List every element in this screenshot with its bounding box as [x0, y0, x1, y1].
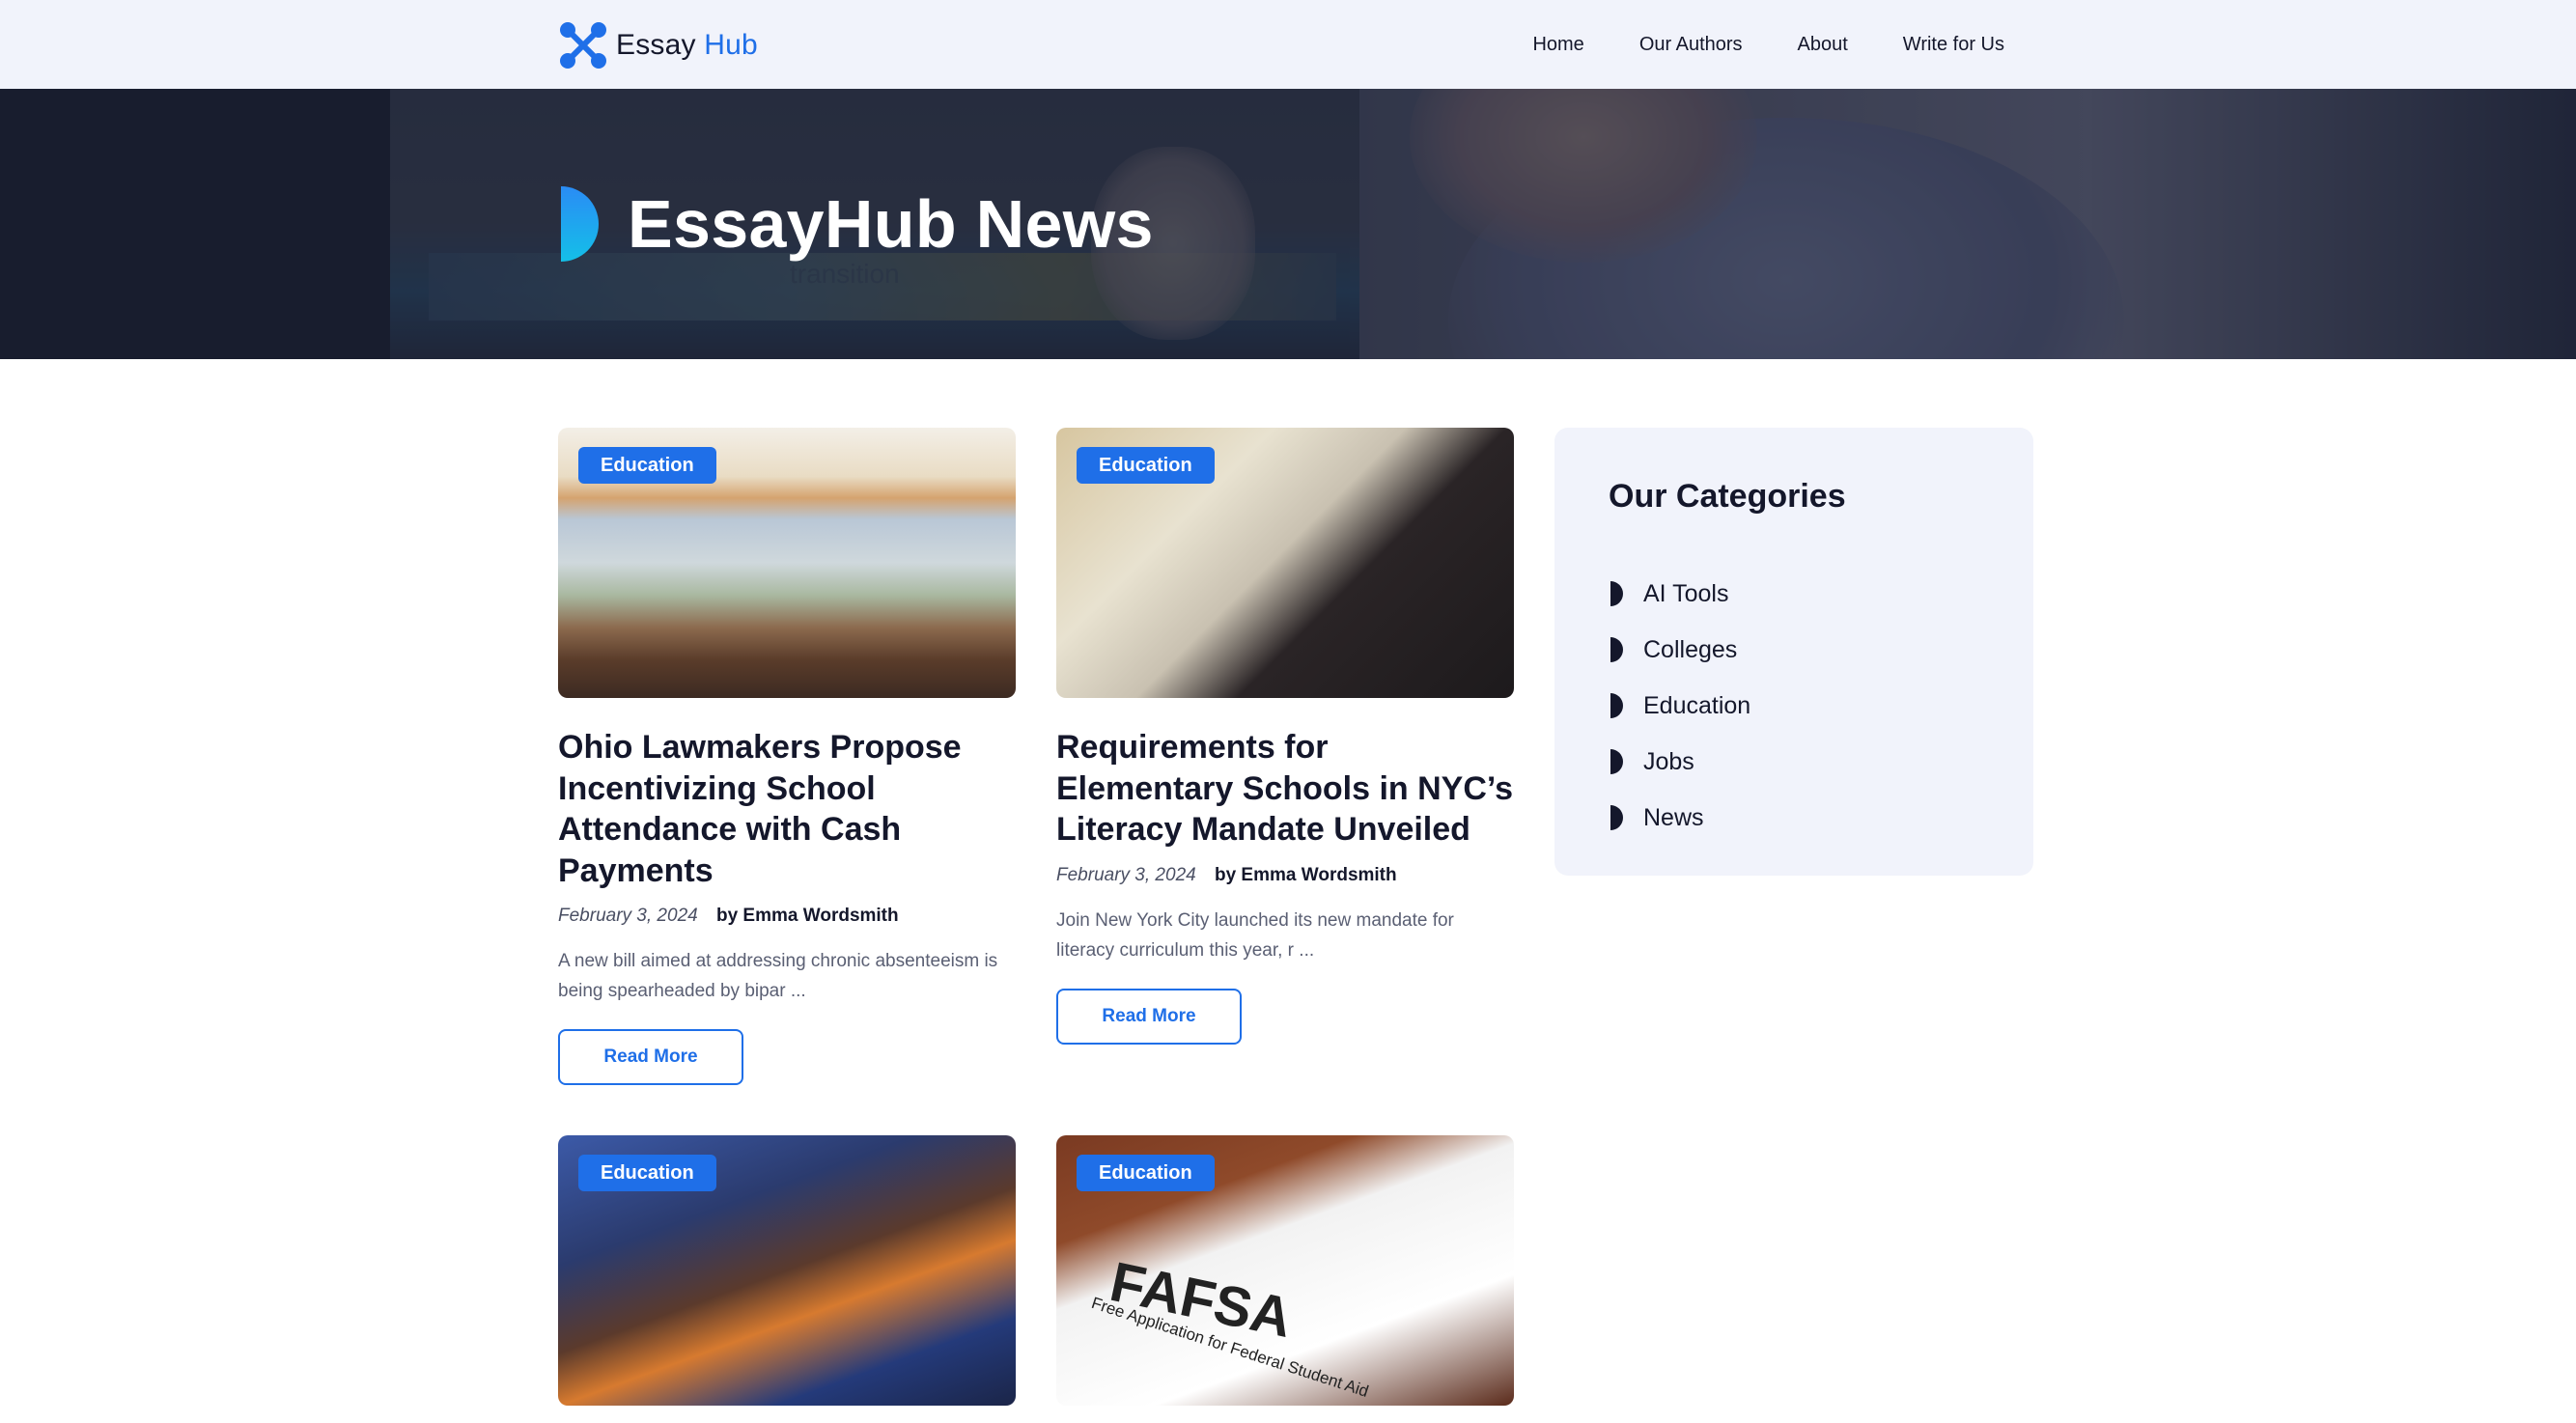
article-author[interactable]: by Emma Wordsmith	[1215, 865, 1397, 885]
category-item-education[interactable]: Education	[1609, 678, 1750, 734]
nav-home[interactable]: Home	[1532, 34, 1583, 56]
category-label: Education	[1643, 691, 1751, 719]
article-card: Education Requirements for Elementary Sc…	[1056, 428, 1514, 1045]
article-card: FAFSA Free Application for Federal Stude…	[1056, 1135, 1514, 1406]
half-circle-bullet-icon	[1610, 637, 1623, 662]
article-image-classroom[interactable]: Education	[558, 428, 1016, 698]
category-item-jobs[interactable]: Jobs	[1609, 734, 1750, 790]
category-item-ai-tools[interactable]: AI Tools	[1609, 566, 1750, 622]
article-excerpt: Join New York City launched its new mand…	[1056, 909, 1454, 961]
hero-background-word: transition	[790, 259, 900, 289]
category-item-colleges[interactable]: Colleges	[1609, 622, 1750, 678]
page-title: EssayHub News	[628, 186, 1154, 262]
half-circle-bullet-icon	[1610, 581, 1623, 606]
nav-write-for-us[interactable]: Write for Us	[1903, 34, 2004, 56]
article-title[interactable]: Ohio Lawmakers Propose Incentivizing Sch…	[558, 727, 1016, 891]
site-logo[interactable]: Essay Hub	[558, 19, 758, 71]
category-badge[interactable]: Education	[1077, 1155, 1215, 1191]
hero-title-group: EssayHub News	[558, 185, 1154, 263]
article-excerpt: A new bill aimed at addressing chronic a…	[558, 951, 998, 1001]
category-label: Colleges	[1643, 635, 1738, 663]
article-title[interactable]: Requirements for Elementary Schools in N…	[1056, 727, 1514, 851]
main-nav: Home Our Authors About Write for Us	[1477, 0, 2004, 89]
sidebar-title: Our Categories	[1609, 478, 1846, 515]
category-badge[interactable]: Education	[578, 1155, 716, 1191]
category-badge[interactable]: Education	[1077, 447, 1215, 484]
category-list: AI Tools Colleges Education Jobs News	[1609, 566, 1750, 846]
category-badge[interactable]: Education	[578, 447, 716, 484]
category-item-news[interactable]: News	[1609, 790, 1750, 846]
article-image-fafsa[interactable]: FAFSA Free Application for Federal Stude…	[1056, 1135, 1514, 1406]
nav-our-authors[interactable]: Our Authors	[1639, 34, 1743, 56]
category-label: AI Tools	[1643, 579, 1729, 607]
half-circle-bullet-icon	[1610, 749, 1623, 774]
article-image-students[interactable]: Education	[558, 1135, 1016, 1406]
article-date: February 3, 2024	[1056, 864, 1196, 885]
read-more-button[interactable]: Read More	[1056, 988, 1242, 1045]
hero-banner: transition EssayHub News	[0, 89, 2576, 359]
read-more-button[interactable]: Read More	[558, 1029, 743, 1085]
category-label: News	[1643, 803, 1704, 831]
essayhub-logo-icon	[560, 22, 606, 69]
article-card: Education	[558, 1135, 1016, 1406]
article-card: Education Ohio Lawmakers Propose Incenti…	[558, 428, 1016, 1085]
article-date: February 3, 2024	[558, 906, 698, 926]
article-meta: February 3, 2024 by Emma Wordsmith	[1056, 865, 1514, 886]
nav-about[interactable]: About	[1798, 34, 1848, 56]
half-circle-mark-icon	[561, 186, 599, 262]
article-meta: February 3, 2024 by Emma Wordsmith	[558, 906, 1016, 927]
logo-wordmark: Essay Hub	[616, 29, 758, 61]
article-author[interactable]: by Emma Wordsmith	[716, 906, 899, 926]
half-circle-bullet-icon	[1610, 693, 1623, 718]
categories-sidebar: Our Categories AI Tools Colleges Educati…	[1554, 428, 2033, 876]
article-image-reading[interactable]: Education	[1056, 428, 1514, 698]
category-label: Jobs	[1643, 747, 1694, 775]
half-circle-bullet-icon	[1610, 805, 1623, 830]
site-header: Essay Hub Home Our Authors About Write f…	[0, 0, 2576, 89]
